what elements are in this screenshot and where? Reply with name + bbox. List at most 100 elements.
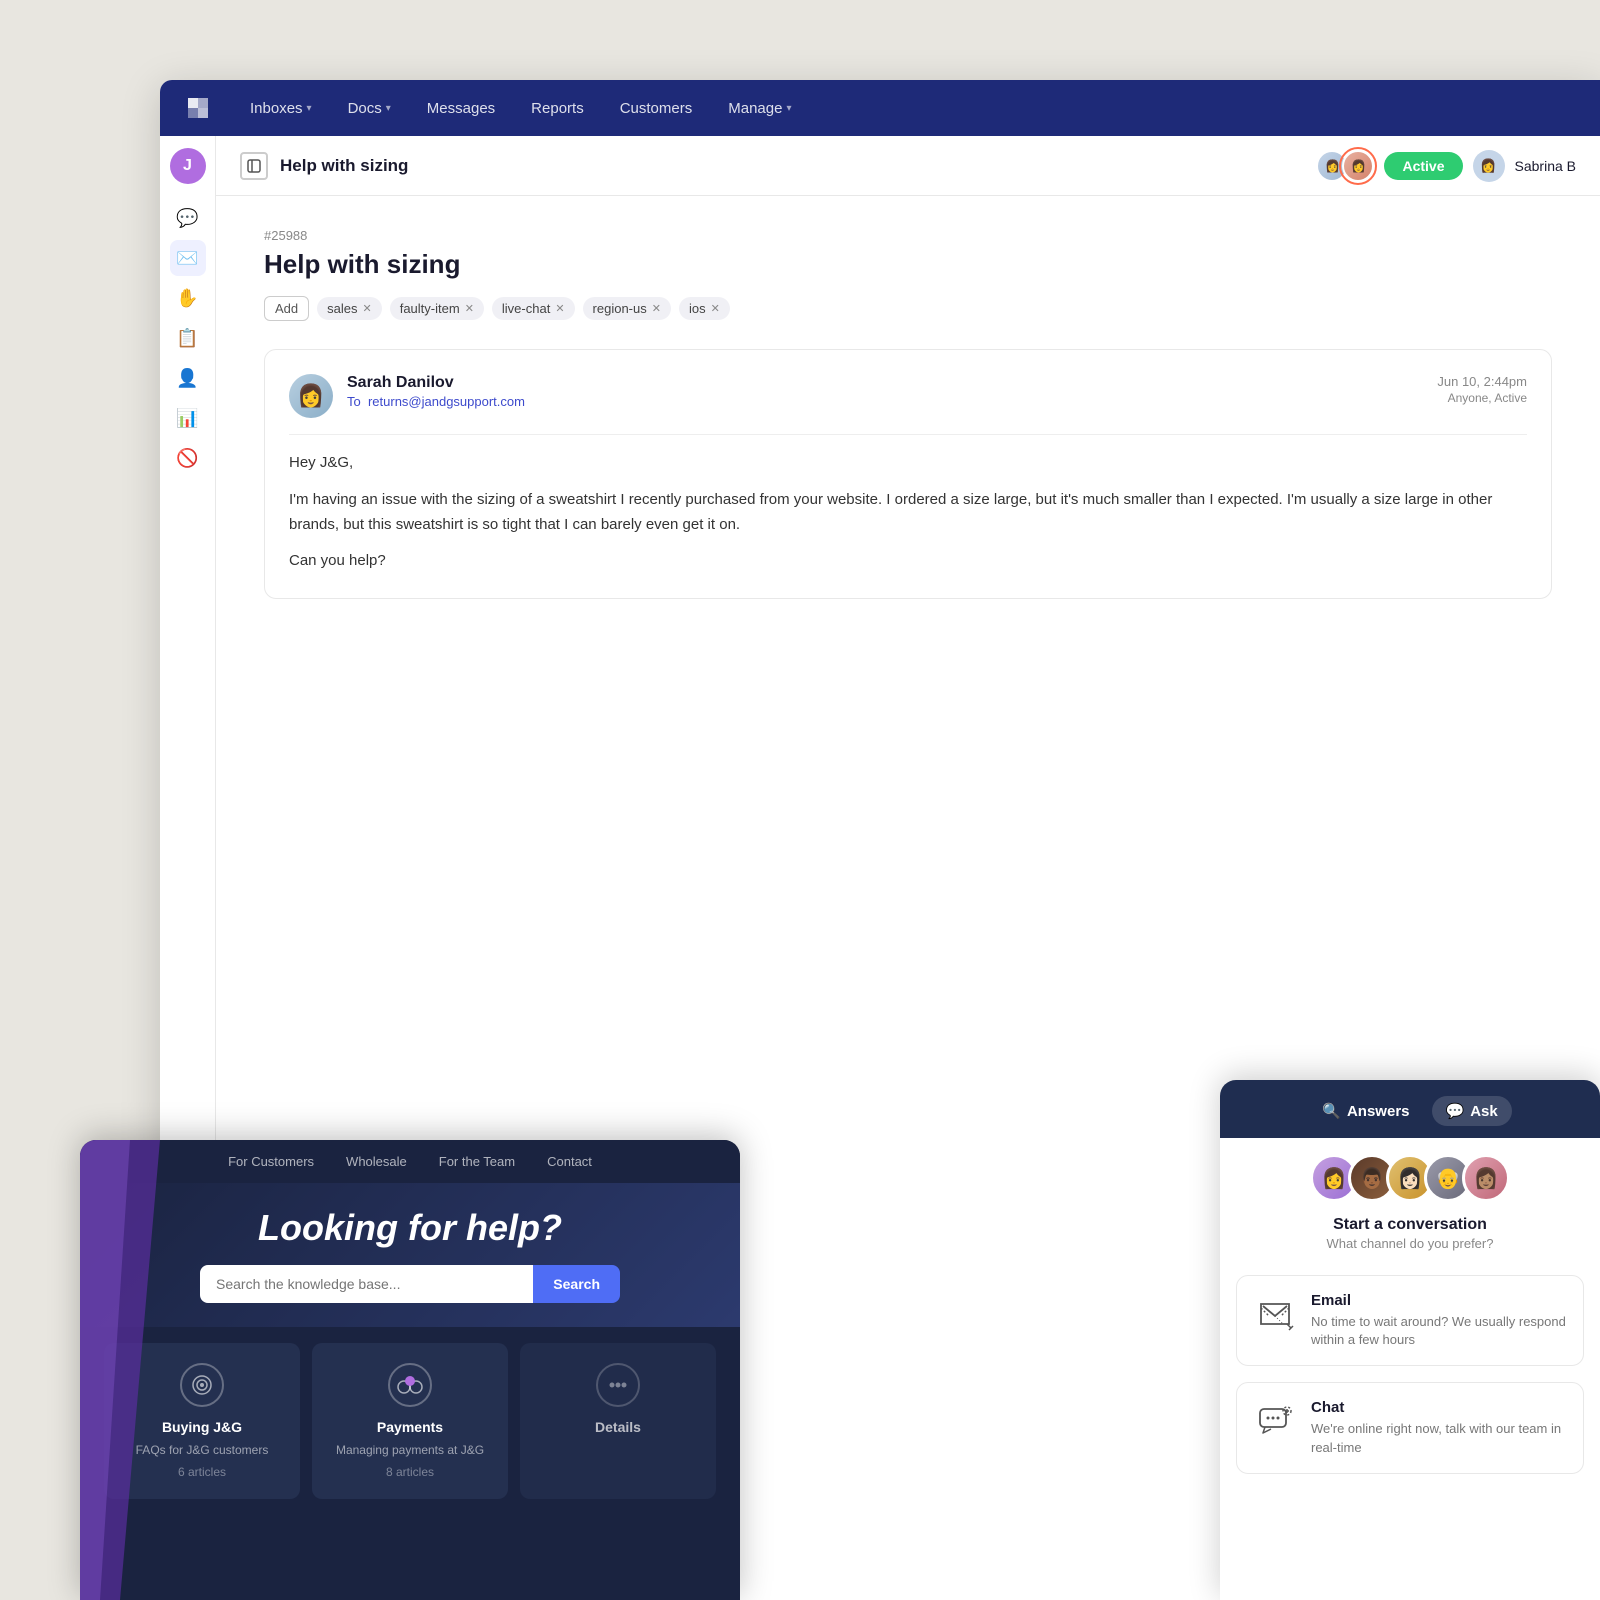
add-tag-button[interactable]: Add bbox=[264, 296, 309, 321]
message-body: Hey J&G, I'm having an issue with the si… bbox=[289, 451, 1527, 574]
message-divider bbox=[289, 434, 1527, 435]
nav-reports[interactable]: Reports bbox=[517, 94, 598, 123]
hc-search-button[interactable]: Search bbox=[533, 1265, 620, 1303]
hc-nav-team[interactable]: For the Team bbox=[439, 1154, 515, 1169]
email-channel-info: Email No time to wait around? We usually… bbox=[1311, 1292, 1567, 1349]
hc-search-input[interactable] bbox=[200, 1265, 533, 1303]
ask-icon: 💬 bbox=[1446, 1102, 1465, 1120]
chat-widget: 🔍 Answers 💬 Ask 👩 👨🏾 👩🏻 👴 👩🏽 Start a con… bbox=[1220, 1080, 1600, 1600]
sender-name: Sarah Danilov bbox=[347, 374, 1423, 392]
message-to: To returns@jandgsupport.com bbox=[347, 394, 1423, 409]
sender-avatar: 👩 bbox=[289, 374, 333, 418]
answers-icon: 🔍 bbox=[1322, 1102, 1341, 1120]
sidebar-item-reports[interactable]: 📊 bbox=[170, 400, 206, 436]
sidebar-item-copy[interactable]: 📋 bbox=[170, 320, 206, 356]
payments-icon bbox=[388, 1363, 432, 1407]
hc-hero-title: Looking for help? bbox=[120, 1207, 700, 1249]
payments-count: 8 articles bbox=[386, 1465, 434, 1479]
buying-icon bbox=[180, 1363, 224, 1407]
conversation-subject: Help with sizing bbox=[264, 249, 1552, 280]
docs-chevron-icon: ▾ bbox=[386, 103, 391, 114]
message-body-text: I'm having an issue with the sizing of a… bbox=[289, 488, 1527, 538]
remove-tag-ios[interactable]: ✕ bbox=[711, 302, 720, 315]
chat-start-subtitle: What channel do you prefer? bbox=[1220, 1236, 1600, 1267]
chat-channel-icon bbox=[1253, 1399, 1297, 1443]
chat-channel-info: Chat We're online right now, talk with o… bbox=[1311, 1399, 1567, 1456]
channel-chat[interactable]: Chat We're online right now, talk with o… bbox=[1236, 1382, 1584, 1473]
message-status: Anyone, Active bbox=[1437, 391, 1527, 405]
email-channel-title: Email bbox=[1311, 1292, 1567, 1309]
conversation-header: Help with sizing 👩 👩 Active 👩 Sabrina B bbox=[216, 136, 1600, 196]
agent-avatar-2: 👩 bbox=[1342, 150, 1374, 182]
user-avatar[interactable]: J bbox=[170, 148, 206, 184]
tag-live-chat: live-chat ✕ bbox=[492, 297, 575, 320]
chat-tab-answers[interactable]: 🔍 Answers bbox=[1308, 1096, 1423, 1126]
hc-search-row: Search bbox=[200, 1265, 620, 1303]
current-agent-name: Sabrina B bbox=[1515, 158, 1576, 174]
message-timestamp: Jun 10, 2:44pm bbox=[1437, 374, 1527, 389]
sidebar-item-chat[interactable]: 💬 bbox=[170, 200, 206, 236]
tag-ios: ios ✕ bbox=[679, 297, 730, 320]
message-header: 👩 Sarah Danilov To returns@jandgsupport.… bbox=[289, 374, 1527, 418]
nav-manage[interactable]: Manage ▾ bbox=[714, 94, 805, 123]
hc-category-details[interactable]: Details bbox=[520, 1343, 716, 1499]
chat-start-title: Start a conversation bbox=[1220, 1206, 1600, 1236]
tag-sales: sales ✕ bbox=[317, 297, 382, 320]
agent-avatars: 👩 👨🏾 👩🏻 👴 👩🏽 bbox=[1220, 1138, 1600, 1206]
inboxes-chevron-icon: ▾ bbox=[307, 103, 312, 114]
message-date-block: Jun 10, 2:44pm Anyone, Active bbox=[1437, 374, 1527, 405]
chat-channel-desc: We're online right now, talk with our te… bbox=[1311, 1420, 1567, 1456]
sidebar-item-inbox[interactable]: ✉️ bbox=[170, 240, 206, 276]
status-badge[interactable]: Active bbox=[1384, 152, 1462, 180]
message-body-question: Can you help? bbox=[289, 549, 1527, 574]
channel-email[interactable]: Email No time to wait around? We usually… bbox=[1236, 1275, 1584, 1366]
hc-categories: Buying J&G FAQs for J&G customers 6 arti… bbox=[80, 1327, 740, 1499]
sidebar-item-contact[interactable]: 👤 bbox=[170, 360, 206, 396]
tags-row: Add sales ✕ faulty-item ✕ live-chat ✕ r bbox=[264, 296, 1552, 321]
details-icon bbox=[596, 1363, 640, 1407]
email-icon bbox=[1253, 1292, 1297, 1336]
details-title: Details bbox=[595, 1419, 641, 1435]
payments-title: Payments bbox=[377, 1419, 443, 1435]
nav-messages[interactable]: Messages bbox=[413, 94, 509, 123]
chat-tab-ask[interactable]: 💬 Ask bbox=[1432, 1096, 1512, 1126]
sidebar-item-block[interactable]: 🚫 bbox=[170, 440, 206, 476]
hc-category-payments[interactable]: Payments Managing payments at J&G 8 arti… bbox=[312, 1343, 508, 1499]
payments-desc: Managing payments at J&G bbox=[336, 1443, 484, 1457]
hc-hero: Looking for help? Search bbox=[80, 1183, 740, 1327]
remove-tag-sales[interactable]: ✕ bbox=[363, 302, 372, 315]
hc-category-buying[interactable]: Buying J&G FAQs for J&G customers 6 arti… bbox=[104, 1343, 300, 1499]
agent-av-5: 👩🏽 bbox=[1462, 1154, 1510, 1202]
nav-docs[interactable]: Docs ▾ bbox=[334, 94, 405, 123]
message-card: 👩 Sarah Danilov To returns@jandgsupport.… bbox=[264, 349, 1552, 599]
buying-title: Buying J&G bbox=[162, 1419, 242, 1435]
manage-chevron-icon: ▾ bbox=[786, 103, 791, 114]
current-agent-avatar: 👩 bbox=[1473, 150, 1505, 182]
buying-desc: FAQs for J&G customers bbox=[136, 1443, 269, 1457]
conversation-title: Help with sizing bbox=[280, 156, 1304, 176]
email-channel-desc: No time to wait around? We usually respo… bbox=[1311, 1313, 1567, 1349]
help-center-window: For Customers Wholesale For the Team Con… bbox=[80, 1140, 740, 1600]
message-meta: Sarah Danilov To returns@jandgsupport.co… bbox=[347, 374, 1423, 409]
top-nav: Inboxes ▾ Docs ▾ Messages Reports Custom… bbox=[160, 80, 1600, 136]
buying-count: 6 articles bbox=[178, 1465, 226, 1479]
hc-nav: For Customers Wholesale For the Team Con… bbox=[80, 1140, 740, 1183]
hc-nav-contact[interactable]: Contact bbox=[547, 1154, 592, 1169]
nav-inboxes[interactable]: Inboxes ▾ bbox=[236, 94, 326, 123]
chat-widget-header: 🔍 Answers 💬 Ask bbox=[1220, 1080, 1600, 1138]
remove-tag-faulty-item[interactable]: ✕ bbox=[465, 302, 474, 315]
message-to-email: returns@jandgsupport.com bbox=[368, 394, 525, 409]
tag-region-us: region-us ✕ bbox=[583, 297, 671, 320]
tag-faulty-item: faulty-item ✕ bbox=[390, 297, 484, 320]
remove-tag-region-us[interactable]: ✕ bbox=[652, 302, 661, 315]
remove-tag-live-chat[interactable]: ✕ bbox=[555, 302, 564, 315]
hc-nav-customers[interactable]: For Customers bbox=[228, 1154, 314, 1169]
hc-nav-wholesale[interactable]: Wholesale bbox=[346, 1154, 407, 1169]
sidebar-item-hand[interactable]: ✋ bbox=[170, 280, 206, 316]
conversation-type-icon bbox=[240, 152, 268, 180]
chat-channel-title: Chat bbox=[1311, 1399, 1567, 1416]
header-actions: 👩 👩 Active 👩 Sabrina B bbox=[1316, 150, 1576, 182]
ticket-id: #25988 bbox=[264, 228, 1552, 243]
assigned-agents: 👩 👩 bbox=[1316, 150, 1374, 182]
nav-customers[interactable]: Customers bbox=[606, 94, 707, 123]
